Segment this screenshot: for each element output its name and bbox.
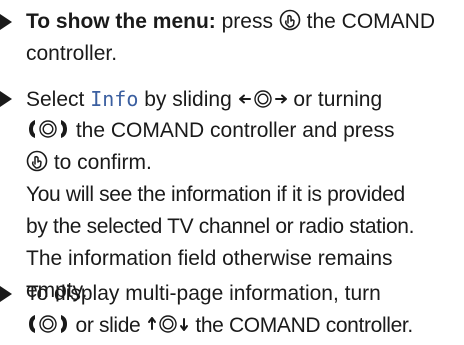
display-menu-item-info: Info [90, 87, 139, 111]
slide-left-right-icon [238, 89, 288, 109]
step-line: To display multi-page information, turn [26, 282, 381, 305]
step-text: To show the menu: press the COMAND contr… [26, 6, 462, 70]
turn-controller-icon [26, 118, 70, 140]
step-heading: To show the menu: [26, 10, 216, 33]
step-bullet-icon [0, 14, 12, 30]
text-fragment: the COMAND controller and press [70, 119, 395, 142]
step-text: To display multi-page information, turn … [26, 278, 462, 342]
step-line: or slide the COMAND controller. [26, 310, 462, 342]
step-line: The information field otherwise remains [26, 247, 393, 270]
text-fragment: by sliding [138, 88, 238, 111]
turn-controller-icon [26, 313, 70, 335]
step-line: To show the menu: press the COMAND [26, 6, 462, 38]
step-line: by the selected TV channel or radio stat… [26, 215, 415, 238]
step-line: controller. [26, 42, 118, 65]
text-fragment: or slide [70, 314, 146, 337]
text-fragment: or turning [287, 88, 383, 111]
instruction-page: To show the menu: press the COMAND contr… [0, 0, 464, 345]
step-bullet-icon [0, 286, 12, 302]
step-text: Select Info by sliding or turning the CO… [26, 83, 462, 307]
step-line: the COMAND controller and press [26, 115, 462, 147]
text-fragment: Select [26, 88, 91, 111]
slide-up-down-icon [146, 313, 190, 335]
text-fragment: press [215, 10, 279, 33]
step-line: Select Info by sliding or turning [26, 83, 462, 115]
press-controller-icon [26, 150, 48, 172]
text-fragment: the COMAND [300, 10, 436, 33]
text-fragment: to confirm. [48, 151, 152, 174]
step-line: to confirm. [26, 147, 462, 179]
step-bullet-icon [0, 91, 12, 107]
step-line: You will see the information if it is pr… [26, 183, 405, 206]
press-controller-icon [279, 9, 301, 31]
text-fragment: the COMAND controller. [189, 314, 413, 337]
